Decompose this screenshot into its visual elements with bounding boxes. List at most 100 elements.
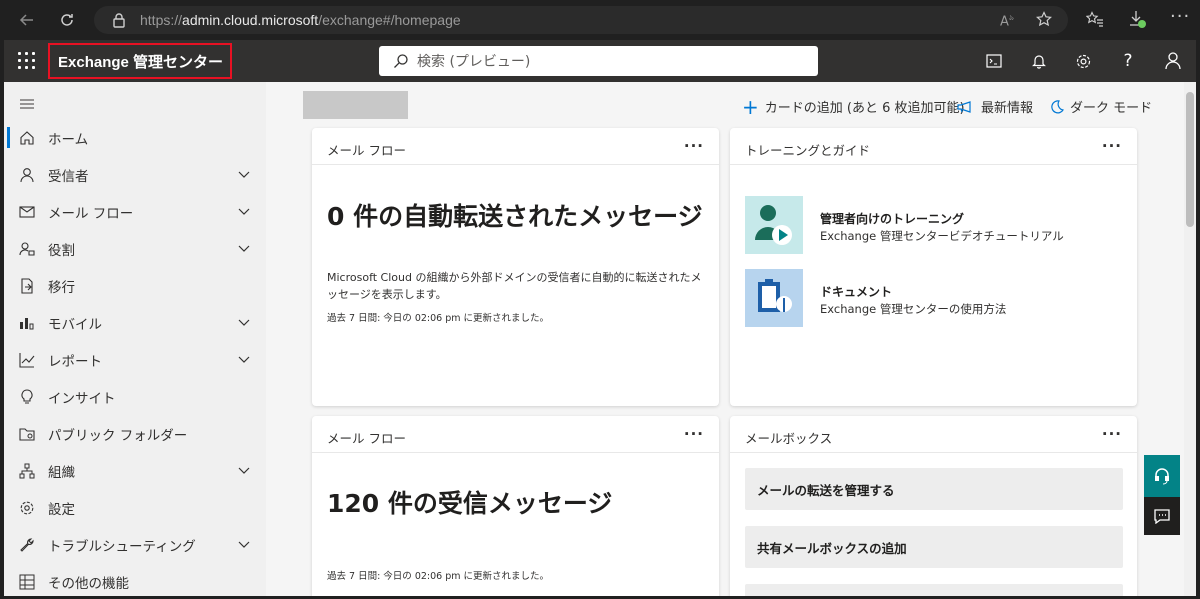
mail-icon (19, 204, 35, 220)
add-card-label: カードの追加 (あと 6 枚追加可能) (764, 101, 965, 116)
sidebar-item-other-features[interactable]: その他の機能 (4, 563, 266, 596)
sidebar-item-label: パブリック フォルダー (48, 427, 188, 444)
sidebar-item-label: インサイト (48, 390, 116, 407)
mail-flow-autoforward-card: メール フロー ··· 0 件の自動転送されたメッセージ Microsoft C… (312, 128, 719, 406)
sidebar-item-label: 組織 (48, 464, 75, 481)
add-card-button[interactable]: + カードの追加 (あと 6 枚追加可能) (742, 94, 965, 119)
person-icon (19, 167, 35, 183)
chevron-down-icon[interactable] (238, 204, 250, 220)
main-content: + カードの追加 (あと 6 枚追加可能) 最新情報 ダーク モード メール フ… (266, 82, 1184, 596)
sidebar-item-label: ホーム (48, 131, 89, 148)
card-title: メール フロー (327, 431, 406, 446)
chevron-down-icon[interactable] (238, 167, 250, 183)
chevron-down-icon[interactable] (238, 463, 250, 479)
chevron-down-icon[interactable] (238, 315, 250, 331)
search-icon (393, 53, 409, 69)
settings-gear-icon[interactable] (1073, 51, 1093, 71)
sidebar-item-label: 受信者 (48, 168, 89, 185)
help-support-button[interactable] (1144, 455, 1180, 497)
account-icon[interactable] (1163, 51, 1183, 71)
grid-icon (19, 574, 35, 590)
back-icon[interactable] (14, 7, 40, 33)
home-icon (19, 130, 35, 146)
sidebar-item-label: モバイル (48, 316, 102, 333)
sidebar-item-mail-flow[interactable]: メール フロー (4, 193, 266, 230)
app-launcher-icon[interactable] (18, 52, 36, 70)
sidebar-item-label: 移行 (48, 279, 75, 296)
sidebar-item-mobile[interactable]: モバイル (4, 304, 266, 341)
download-icon[interactable] (1128, 9, 1146, 33)
scrollbar-thumb[interactable] (1186, 92, 1194, 227)
mailbox-action-button[interactable] (745, 584, 1123, 596)
chevron-down-icon[interactable] (238, 241, 250, 257)
help-icon[interactable]: ? (1118, 51, 1138, 71)
card-title: メール フロー (327, 143, 406, 158)
app-header: Exchange 管理センター 検索 (プレビュー) ? (4, 40, 1196, 82)
add-shared-mailbox-button[interactable]: 共有メールボックスの追加 (745, 526, 1123, 568)
wrench-icon (19, 537, 35, 553)
org-icon (19, 463, 35, 479)
sidebar-item-roles[interactable]: 役割 (4, 230, 266, 267)
menu-dots-icon[interactable]: ··· (1170, 6, 1190, 27)
sidebar-item-recipients[interactable]: 受信者 (4, 156, 266, 193)
card-title: メールボックス (745, 431, 833, 446)
terminal-icon[interactable] (984, 51, 1004, 71)
last-updated: 過去 7 日間: 今日の 02:06 pm に更新されました。 (327, 571, 550, 582)
sidebar-item-label: その他の機能 (48, 575, 129, 592)
sidebar-item-reports[interactable]: レポート (4, 341, 266, 378)
feedback-button[interactable] (1144, 497, 1180, 535)
collapse-nav-icon[interactable] (19, 95, 35, 114)
sidebar-item-insights[interactable]: インサイト (4, 378, 266, 415)
more-options-icon[interactable]: ··· (1102, 425, 1122, 443)
search-box[interactable]: 検索 (プレビュー) (379, 46, 818, 76)
more-options-icon[interactable]: ··· (684, 425, 704, 443)
chevron-down-icon[interactable] (238, 537, 250, 553)
sidebar-item-organization[interactable]: 組織 (4, 452, 266, 489)
read-aloud-icon[interactable]: A৯ (1000, 12, 1014, 29)
lightbulb-icon (19, 388, 35, 405)
card-header: メール フロー ··· (312, 128, 719, 165)
sidebar-item-settings[interactable]: 設定 (4, 489, 266, 526)
training-item[interactable]: 管理者向けのトレーニング Exchange 管理センタービデオチュートリアル (745, 196, 1125, 254)
sidebar-item-migration[interactable]: 移行 (4, 267, 266, 304)
moon-icon (1050, 99, 1064, 114)
address-bar[interactable]: https://admin.cloud.microsoft/exchange#/… (94, 6, 1068, 34)
mobile-icon (19, 315, 35, 331)
dark-mode-label: ダーク モード (1070, 101, 1153, 116)
documentation-item[interactable]: ドキュメント Exchange 管理センターの使用方法 (745, 269, 1125, 327)
sidebar-item-label: レポート (48, 353, 102, 370)
search-input[interactable]: 検索 (プレビュー) (417, 51, 530, 71)
app-title[interactable]: Exchange 管理センター (48, 43, 232, 79)
dark-mode-button[interactable]: ダーク モード (1050, 97, 1152, 116)
more-options-icon[interactable]: ··· (684, 137, 704, 155)
sidebar-item-public-folders[interactable]: パブリック フォルダー (4, 415, 266, 452)
training-video-icon (745, 196, 803, 254)
documentation-subtitle: Exchange 管理センターの使用方法 (820, 302, 1007, 316)
whats-new-label: 最新情報 (981, 101, 1034, 116)
favorites-icon[interactable] (1085, 11, 1104, 31)
card-header: メールボックス ··· (730, 416, 1137, 453)
sidebar-item-troubleshooting[interactable]: トラブルシューティング (4, 526, 266, 563)
notification-bell-icon[interactable] (1029, 51, 1049, 71)
sidebar-item-home[interactable]: ホーム (4, 119, 266, 156)
url-path: /exchange#/homepage (318, 12, 461, 28)
chevron-down-icon[interactable] (238, 352, 250, 368)
url-scheme: https:// (140, 12, 183, 28)
manage-forwarding-button[interactable]: メールの転送を管理する (745, 468, 1123, 510)
more-options-icon[interactable]: ··· (1102, 137, 1122, 155)
received-count[interactable]: 120 件の受信メッセージ (327, 484, 612, 520)
whats-new-button[interactable]: 最新情報 (957, 97, 1033, 116)
page-heading-placeholder (303, 91, 408, 119)
refresh-icon[interactable] (54, 7, 80, 33)
documentation-icon (745, 269, 803, 327)
training-title: 管理者向けのトレーニング (820, 212, 965, 226)
headset-icon (1155, 468, 1169, 485)
favorite-star-icon[interactable] (1036, 11, 1052, 31)
sidebar-item-label: トラブルシューティング (48, 538, 196, 555)
mailbox-card: メールボックス ··· メールの転送を管理する 共有メールボックスの追加 (730, 416, 1137, 596)
exchange-admin-app: Exchange 管理センター 検索 (プレビュー) ? ホーム 受信者 メール… (4, 40, 1196, 596)
add-icon: + (742, 94, 759, 119)
vertical-scrollbar[interactable] (1184, 82, 1196, 596)
training-guide-card: トレーニングとガイド ··· 管理者向けのトレーニング Exchange 管理セ… (730, 128, 1137, 406)
autoforward-count[interactable]: 0 件の自動転送されたメッセージ (327, 197, 703, 233)
